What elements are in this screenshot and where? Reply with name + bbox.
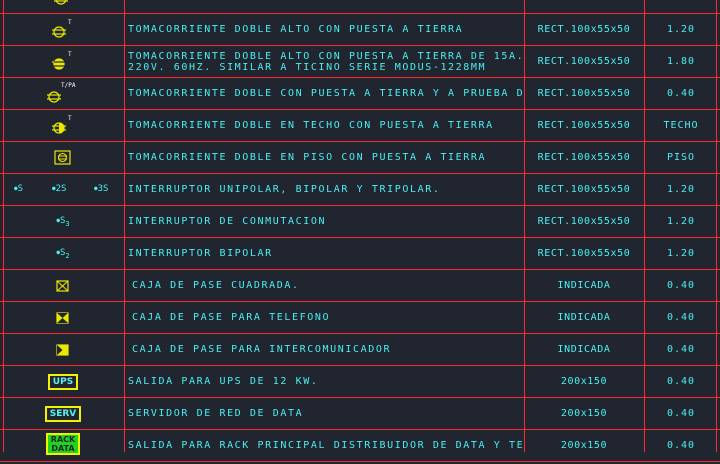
switch-unipolar-icon: ●S — [14, 184, 24, 194]
description-line-1: TOMACORRIENTE DOBLE ALTO CON PUESTA A TI… — [128, 50, 523, 62]
mount-height: 0.40 — [666, 280, 696, 291]
legend-row: T TOMACORRIENTE DOBLE ALTO CON PUESTA A … — [0, 46, 720, 78]
legend-row: CAJA DE PASE PARA INTERCOMUNICADOR INDIC… — [0, 334, 720, 366]
outlet-ground-icon — [54, 0, 68, 5]
symbol-cell: T/PA — [4, 78, 122, 109]
symbol-cell — [4, 270, 122, 301]
legend-row: T TOMACORRIENTE DOBLE ALTO CON PUESTA A … — [0, 14, 720, 46]
mount-height: 0.40 — [666, 440, 696, 451]
description: TOMACORRIENTE DOBLE CON PUESTA A TIERRA — [128, 0, 523, 13]
mount-height: 0.40 — [666, 376, 696, 387]
description-line-2: 220V. 60HZ. SIMILAR A TICINO SERIE MODUS… — [128, 61, 487, 73]
waterproof-superscript: T/PA — [61, 81, 76, 89]
box-type: 200x150 — [560, 440, 608, 451]
description: INTERRUPTOR DE CONMUTACION — [128, 216, 327, 227]
switch-3way-icon: ●S3 — [56, 215, 70, 228]
description: CAJA DE PASE PARA INTERCOMUNICADOR — [132, 344, 392, 355]
legend-row: T TOMACORRIENTE DOBLE EN TECHO CON PUEST… — [0, 110, 720, 142]
ups-icon: UPS — [47, 373, 79, 390]
mount-height: 1.80 — [666, 56, 696, 67]
description: TOMACORRIENTE DOBLE ALTO CON PUESTA A TI… — [128, 46, 523, 77]
box-type: RECT.100x55x50 — [537, 120, 631, 131]
outlet-floor-icon — [54, 149, 71, 165]
mount-height: 0.40 — [666, 344, 696, 355]
legend-row: ●S ●2S ●3S INTERRUPTOR UNIPOLAR, BIPOLAR… — [0, 174, 720, 206]
mount-height: 0.40 — [666, 88, 696, 99]
symbol-cell: SERV — [4, 398, 122, 429]
symbol-cell: T — [4, 110, 122, 141]
legend-row: CAJA DE PASE CUADRADA. INDICADA 0.40 — [0, 270, 720, 302]
symbol-cell — [4, 0, 122, 13]
description: TOMACORRIENTE DOBLE CON PUESTA A TIERRA … — [128, 88, 523, 99]
symbol-cell — [4, 302, 122, 333]
server-icon: SERV — [44, 405, 82, 422]
outlet-ceiling-icon — [52, 121, 66, 134]
switch-bipolar-icon: ●S2 — [56, 247, 70, 260]
mount-height: PISO — [666, 152, 696, 163]
symbol-cell: ●S2 — [4, 238, 122, 269]
symbol-cell: RACK DATA — [4, 430, 122, 464]
phone-box-icon — [56, 311, 69, 324]
ground-superscript: T — [68, 50, 72, 58]
description: CAJA DE PASE PARA TELEFONO — [132, 312, 331, 323]
symbol-cell — [4, 142, 122, 173]
mount-height: 1.20 — [666, 24, 696, 35]
description: SALIDA PARA RACK PRINCIPAL DISTRIBUIDOR … — [128, 440, 523, 451]
mount-height: TECHO — [663, 120, 699, 131]
description: TOMACORRIENTE DOBLE EN PISO CON PUESTA A… — [128, 152, 487, 163]
box-type: INDICADA — [557, 344, 611, 355]
description: TOMACORRIENTE DOBLE EN TECHO CON PUESTA … — [128, 120, 494, 131]
mount-height: 0.40 — [666, 312, 696, 323]
box-type: RECT.100x55x50 — [537, 248, 631, 259]
intercom-box-icon — [56, 343, 69, 356]
symbol-cell: ●S3 — [4, 206, 122, 237]
outlet-high-ground-icon — [52, 25, 66, 38]
ground-superscript: T — [68, 18, 72, 26]
legend-row: RACK DATA SALIDA PARA RACK PRINCIPAL DIST… — [0, 430, 720, 462]
legend-row: T/PA TOMACORRIENTE DOBLE CON PUESTA A TI… — [0, 78, 720, 110]
mount-height: 0.40 — [666, 408, 696, 419]
mount-height: 1.20 — [666, 248, 696, 259]
symbol-cell: ●S ●2S ●3S — [4, 174, 122, 205]
description: TOMACORRIENTE DOBLE ALTO CON PUESTA A TI… — [128, 24, 464, 35]
legend-row: CAJA DE PASE PARA TELEFONO INDICADA 0.40 — [0, 302, 720, 334]
legend-row: TOMACORRIENTE DOBLE EN PISO CON PUESTA A… — [0, 142, 720, 174]
box-type: RECT.100x55x50 — [537, 56, 631, 67]
rack-icon: RACK DATA — [45, 433, 81, 455]
description: CAJA DE PASE CUADRADA. — [132, 280, 300, 291]
legend-row: ●S3 INTERRUPTOR DE CONMUTACION RECT.100x… — [0, 206, 720, 238]
symbol-cell: UPS — [4, 366, 122, 397]
legend-row: UPS SALIDA PARA UPS DE 12 KW. 200x150 0.… — [0, 366, 720, 398]
box-type: 200x150 — [560, 408, 608, 419]
legend-row: ●S2 INTERRUPTOR BIPOLAR RECT.100x55x50 1… — [0, 238, 720, 270]
junction-box-icon — [56, 279, 69, 292]
legend-row: TOMACORRIENTE DOBLE CON PUESTA A TIERRA … — [0, 0, 720, 14]
box-type: INDICADA — [557, 312, 611, 323]
description: INTERRUPTOR BIPOLAR — [128, 248, 273, 259]
box-type: 200x150 — [560, 376, 608, 387]
mount-height: 1.20 — [666, 216, 696, 227]
description: INTERRUPTOR UNIPOLAR, BIPOLAR Y TRIPOLAR… — [128, 184, 441, 195]
symbol-cell: T — [4, 46, 122, 77]
description: SALIDA PARA UPS DE 12 KW. — [128, 376, 319, 387]
box-type: RECT.100x55x50 — [537, 184, 631, 195]
box-type: RECT.100x55x50 — [525, 0, 643, 13]
description: SERVIDOR DE RED DE DATA — [128, 408, 304, 419]
symbol-cell — [4, 334, 122, 365]
symbol-cell: T — [4, 14, 122, 45]
switch-tripolar-icon: ●3S — [94, 184, 109, 194]
box-type: RECT.100x55x50 — [537, 88, 631, 99]
mount-height: 0.40 — [646, 0, 716, 13]
electrical-legend-table: TOMACORRIENTE DOBLE CON PUESTA A TIERRA … — [0, 0, 720, 462]
legend-row: SERV SERVIDOR DE RED DE DATA 200x150 0.4… — [0, 398, 720, 430]
box-type: RECT.100x55x50 — [537, 24, 631, 35]
box-type: RECT.100x55x50 — [537, 152, 631, 163]
outlet-15a-icon — [52, 57, 66, 70]
switch-bipolar-icon: ●2S — [52, 184, 67, 194]
mount-height: 1.20 — [666, 184, 696, 195]
box-type: INDICADA — [557, 280, 611, 291]
box-type: RECT.100x55x50 — [537, 216, 631, 227]
ground-superscript: T — [68, 114, 72, 122]
